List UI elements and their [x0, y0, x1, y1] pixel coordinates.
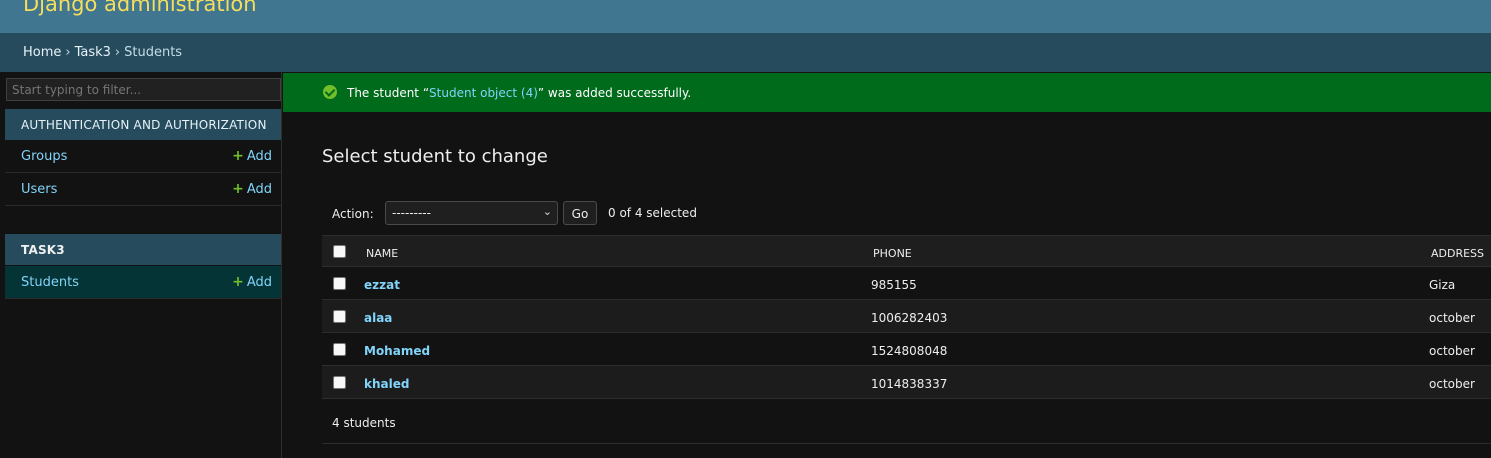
add-users-button[interactable]: + Add [232, 181, 272, 197]
student-phone: 1006282403 [871, 311, 948, 325]
student-address: Giza [1429, 278, 1456, 292]
breadcrumb-home[interactable]: Home [23, 45, 61, 60]
plus-icon: + [232, 274, 244, 290]
row-checkbox[interactable] [333, 376, 346, 389]
site-branding[interactable]: Django administration [23, 0, 257, 16]
chevron-down-icon: ⌄ [542, 205, 552, 218]
sidebar-item-users: Users + Add [5, 173, 281, 206]
table-header-row: NAME PHONE ADDRESS [322, 235, 1491, 267]
student-name-link[interactable]: alaa [364, 311, 392, 325]
module-caption-auth[interactable]: AUTHENTICATION AND AUTHORIZATION [5, 109, 281, 140]
table-row: ezzat 985155 Giza [322, 267, 1491, 300]
message-suffix: ” was added successfully. [537, 86, 692, 100]
module-caption-task3[interactable]: TASK3 [5, 234, 281, 265]
go-button[interactable]: Go [563, 201, 597, 225]
sidebar-item-label[interactable]: Groups [21, 149, 67, 164]
row-checkbox[interactable] [333, 277, 346, 290]
add-groups-button[interactable]: + Add [232, 148, 272, 164]
breadcrumb-app[interactable]: Task3 [75, 45, 111, 60]
action-select[interactable]: --------- ⌄ [385, 201, 558, 225]
site-header: Django administration [0, 0, 1491, 33]
breadcrumb-separator: › [114, 45, 121, 60]
added-object-link[interactable]: Student object (4) [429, 86, 538, 100]
nav-sidebar: AUTHENTICATION AND AUTHORIZATION Groups … [5, 72, 282, 458]
add-label: Add [246, 182, 272, 197]
breadcrumb-separator: › [65, 45, 71, 60]
plus-icon: + [232, 181, 244, 197]
success-message: The student “Student object (4)” was add… [283, 73, 1491, 112]
student-phone: 985155 [871, 278, 917, 292]
action-label: Action: [332, 207, 374, 221]
sidebar-item-students: Students + Add [5, 266, 281, 299]
sidebar-item-label[interactable]: Students [21, 275, 79, 290]
student-name-link[interactable]: ezzat [364, 278, 400, 292]
table-row: Mohamed 1524808048 october [322, 333, 1491, 366]
success-message-text: The student “Student object (4)” was add… [347, 86, 691, 100]
plus-icon: + [232, 148, 244, 164]
breadcrumb-current: Students [124, 45, 183, 60]
row-checkbox[interactable] [333, 310, 346, 323]
actions-bar: Action: --------- ⌄ Go 0 of 4 selected [322, 196, 1491, 234]
sidebar-item-label[interactable]: Users [21, 182, 57, 197]
breadcrumb: Home › Task3 › Students [0, 33, 1491, 72]
table-row: khaled 1014838337 october [322, 366, 1491, 399]
student-phone: 1014838337 [871, 377, 948, 391]
student-address: october [1429, 377, 1475, 391]
student-address: october [1429, 311, 1475, 325]
success-check-icon [323, 85, 337, 99]
row-checkbox[interactable] [333, 343, 346, 356]
column-header-address[interactable]: ADDRESS [1431, 247, 1484, 260]
action-select-value: --------- [392, 206, 431, 220]
message-prefix: The student “ [347, 86, 430, 100]
sidebar-item-groups: Groups + Add [5, 140, 281, 173]
table-row: alaa 1006282403 october [322, 300, 1491, 333]
student-address: october [1429, 344, 1475, 358]
add-label: Add [246, 149, 272, 164]
student-phone: 1524808048 [871, 344, 948, 358]
page-title: Select student to change [322, 146, 548, 167]
add-students-button[interactable]: + Add [232, 274, 272, 290]
nav-filter-input[interactable] [6, 78, 281, 101]
column-header-name[interactable]: NAME [366, 247, 398, 260]
result-list-table: NAME PHONE ADDRESS ezzat 985155 Giza ala… [322, 235, 1491, 399]
select-all-checkbox[interactable] [333, 245, 346, 258]
add-label: Add [246, 275, 272, 290]
column-header-phone[interactable]: PHONE [873, 247, 912, 260]
student-name-link[interactable]: khaled [364, 377, 409, 391]
paginator: 4 students [322, 402, 1491, 444]
selected-counter: 0 of 4 selected [608, 206, 697, 220]
student-name-link[interactable]: Mohamed [364, 344, 430, 358]
